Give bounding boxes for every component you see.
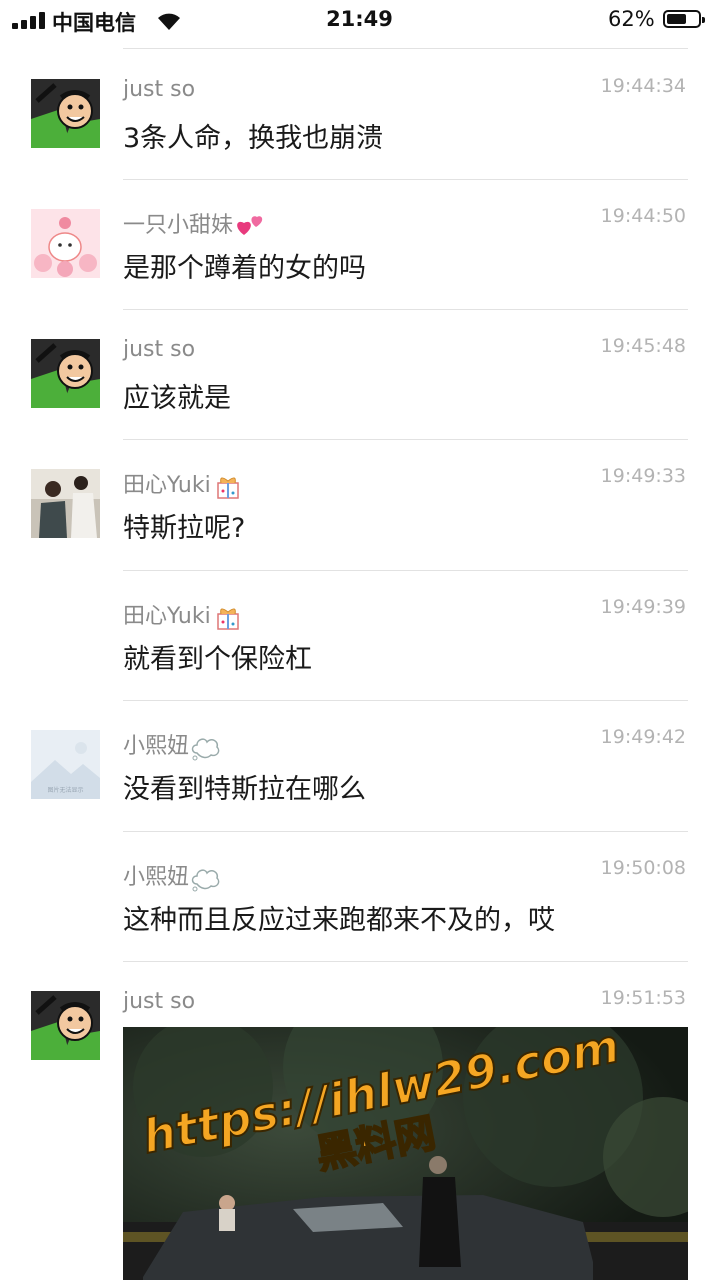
sender-name: 田心Yuki [123,598,243,632]
sender-name: just so [123,77,196,102]
message-time: 19:49:42 [600,726,686,748]
watermark: https://ihlw29.com 黑料网 [137,1027,625,1179]
message-time: 19:50:08 [600,857,686,879]
message-text: 没看到特斯拉在哪么 [123,774,366,805]
sender-name-text: 田心Yuki [123,604,211,629]
sender-name: 一只小甜妹 [123,207,265,239]
cartoon-boy-avatar [31,339,100,408]
chat-message[interactable]: 小熙妞 19:50:08 这种而且反应过来跑都来不及的，哎 [0,831,719,961]
cartoon-boy-avatar [31,991,100,1060]
sender-name-text: 小熙妞 [123,734,190,759]
photo-couple-avatar [31,469,100,538]
message-time: 19:44:34 [600,75,686,97]
thought-bubble-emoji [191,869,220,892]
image-message[interactable]: https://ihlw29.com 黑料网 [123,1027,688,1280]
sender-name-text: 一只小甜妹 [123,213,234,238]
avatar[interactable] [31,339,100,408]
avatar-caption: 图片无法显示 [47,786,83,794]
message-time: 19:49:39 [600,596,686,618]
message-time: 19:45:48 [600,335,686,357]
message-text: 这种而且反应过来跑都来不及的，哎 [123,905,555,936]
gift-emoji [216,608,239,630]
message-text: 应该就是 [123,383,231,414]
placeholder-image-avatar: 图片无法显示 [31,730,100,799]
avatar[interactable] [31,469,100,538]
avatar[interactable] [31,991,100,1060]
sender-name-text: 小熙妞 [123,865,190,890]
chat-message[interactable]: 田心Yuki 19:49:33 特斯拉呢? [0,439,719,569]
message-time: 19:49:33 [600,465,686,487]
avatar[interactable]: 图片无法显示 [31,730,100,799]
message-text: 特斯拉呢? [123,513,246,544]
pink-cartoon-avatar [31,209,100,278]
sender-name: just so [123,337,196,362]
message-text: 3条人命，换我也崩溃 [123,123,384,154]
message-text: 就看到个保险杠 [123,644,312,675]
battery-icon [663,10,705,28]
chat-message[interactable]: just so 19:45:48 应该就是 [0,309,719,439]
chat-message[interactable]: 一只小甜妹 19:44:50 是那个蹲着的女的吗 [0,179,719,309]
message-time: 19:51:53 [600,987,686,1009]
avatar[interactable] [31,79,100,148]
avatar[interactable] [31,209,100,278]
message-time: 19:44:50 [600,205,686,227]
battery-fill [667,14,686,24]
sender-name: 小熙妞 [123,859,221,892]
sender-name: 小熙妞 [123,728,221,761]
gift-emoji [216,477,239,499]
sender-name-text: 田心Yuki [123,473,211,498]
status-bar: 中国电信 21:49 62% [0,0,719,40]
thought-bubble-emoji [191,738,220,761]
two-hearts-emoji [237,216,263,235]
message-text: 是那个蹲着的女的吗 [123,253,366,284]
chat-message[interactable]: just so 19:44:34 3条人命，换我也崩溃 [0,49,719,179]
sender-name: just so [123,989,196,1014]
battery-percent: 62% [608,7,655,31]
sender-name: 田心Yuki [123,467,243,501]
cartoon-boy-avatar [31,79,100,148]
chat-message[interactable]: 田心Yuki 19:49:39 就看到个保险杠 [0,570,719,700]
chat-message[interactable]: 图片无法显示 小熙妞 19:49:42 没看到特斯拉在哪么 [0,700,719,830]
